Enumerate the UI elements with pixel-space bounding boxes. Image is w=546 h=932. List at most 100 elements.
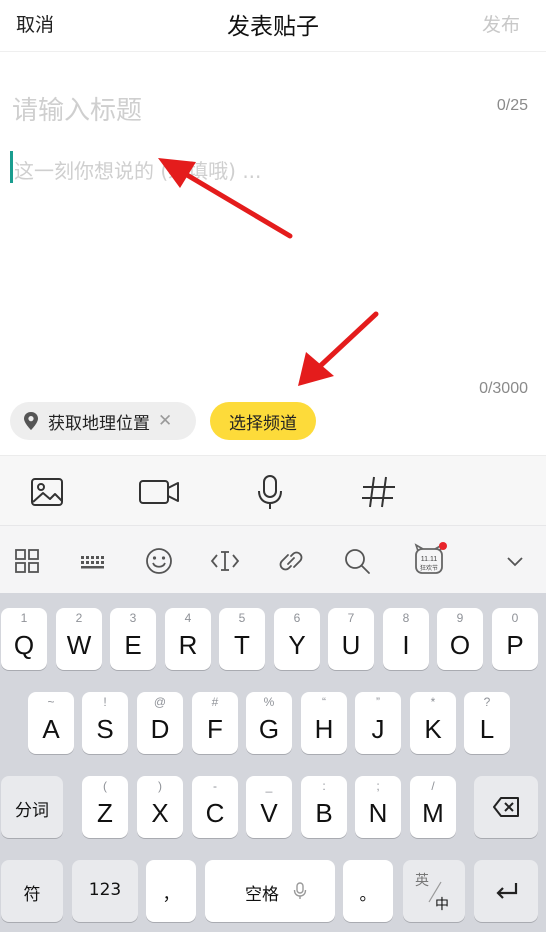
enter-icon [496, 883, 518, 899]
language-switch-key[interactable]: 英 中 [403, 860, 465, 922]
clipboard-link-icon[interactable] [276, 546, 306, 576]
key-label: 符 [23, 885, 41, 905]
key-i[interactable]: 8I [383, 608, 429, 670]
segment-key[interactable]: 分词 [1, 776, 63, 838]
enter-key[interactable] [474, 860, 538, 922]
key-l[interactable]: ? L [464, 692, 510, 754]
key-label: L [479, 714, 495, 744]
key-x[interactable]: ) X [137, 776, 183, 838]
key-s[interactable]: ! S [82, 692, 128, 754]
key-d[interactable]: @ D [137, 692, 183, 754]
symbol-key[interactable]: 符 [1, 860, 63, 922]
keyboard-icon[interactable] [78, 546, 108, 576]
key-label: M [422, 798, 444, 828]
backspace-icon [493, 797, 519, 817]
key-label: I [402, 630, 410, 660]
backspace-key[interactable] [474, 776, 538, 838]
arrow-to-channel-chip [298, 311, 379, 386]
key-k[interactable]: * K [410, 692, 456, 754]
key-hint: 2 [75, 611, 83, 625]
key-hint: 1 [20, 611, 28, 625]
key-hint: ” [376, 695, 380, 709]
key-label: O [449, 630, 471, 660]
key-y[interactable]: 6Y [274, 608, 320, 670]
key-label: 分词 [15, 801, 49, 821]
key-m[interactable]: / M [410, 776, 456, 838]
key-hint: * [430, 695, 436, 709]
key-hint: ( [103, 779, 107, 793]
key-label: U [341, 630, 361, 660]
location-pin-icon [24, 412, 38, 430]
key-label: W [66, 630, 92, 660]
microphone-icon[interactable] [252, 474, 288, 510]
key-f[interactable]: # F [192, 692, 238, 754]
key-label: Q [13, 630, 35, 660]
key-label: E [124, 630, 142, 660]
key-label: V [260, 798, 278, 828]
keyboard-toolbar: 11.11 狂欢节 [0, 525, 546, 593]
key-hint: % [263, 695, 275, 709]
cursor-move-icon[interactable] [210, 546, 240, 576]
key-hint: _ [265, 779, 273, 793]
key-hint: ~ [47, 695, 55, 709]
arrow-to-body-input [158, 158, 293, 239]
search-icon[interactable] [342, 546, 372, 576]
key-hint: ; [376, 779, 380, 793]
keyboard: 1Q 2W 3E 4R 5T 6Y 7U 8I 9O 0P ~ A ! S @ D #… [0, 593, 546, 932]
emoji-icon[interactable] [144, 546, 174, 576]
space-key[interactable]: 空格 [205, 860, 335, 922]
key-q[interactable]: 1Q [1, 608, 47, 670]
key-j[interactable]: ” J [355, 692, 401, 754]
key-b[interactable]: :B [301, 776, 347, 838]
key-hint: @ [153, 695, 167, 709]
key-v[interactable]: _ V [246, 776, 292, 838]
key-label: R [178, 630, 198, 660]
key-r[interactable]: 4R [165, 608, 211, 670]
key-a[interactable]: ~ A [28, 692, 74, 754]
festival-label: 狂欢节 [420, 564, 438, 572]
key-hint: ) [158, 779, 162, 793]
key-label: X [151, 798, 169, 828]
key-label: B [315, 798, 333, 828]
double-eleven-festival-icon[interactable]: 11.11 狂欢节 [412, 541, 448, 577]
chevron-down-icon[interactable] [500, 546, 530, 576]
key-h[interactable]: “H [301, 692, 347, 754]
hashtag-icon[interactable] [360, 474, 396, 510]
key-hint: 9 [456, 611, 464, 625]
voice-input-icon [293, 882, 307, 899]
key-label: 空格 [245, 885, 279, 905]
key-g[interactable]: % G [246, 692, 292, 754]
close-icon[interactable]: ✕ [158, 411, 172, 431]
key-n[interactable]: ; N [355, 776, 401, 838]
key-label: F [207, 714, 223, 744]
key-label: Z [97, 798, 113, 828]
video-icon[interactable] [138, 474, 180, 510]
key-z[interactable]: (Z [82, 776, 128, 838]
select-channel-button[interactable]: 选择频道 [210, 402, 316, 440]
key-label: P [506, 630, 524, 660]
key-label: 123 [88, 880, 122, 900]
key-hint: - [213, 779, 217, 793]
key-hint: 4 [184, 611, 192, 625]
grid-menu-icon[interactable] [12, 546, 42, 576]
key-c[interactable]: -C [192, 776, 238, 838]
key-label: A [42, 714, 60, 744]
key-p[interactable]: 0P [492, 608, 538, 670]
numbers-key[interactable]: 123 [72, 860, 138, 922]
key-label-zh: 中 [435, 897, 449, 913]
key-hint: : [322, 779, 326, 793]
key-w[interactable]: 2W [56, 608, 102, 670]
period-key[interactable]: 。 [343, 860, 393, 922]
key-hint: / [431, 779, 435, 793]
key-e[interactable]: 3E [110, 608, 156, 670]
key-t[interactable]: 5T [219, 608, 265, 670]
key-label: N [368, 798, 388, 828]
key-hint: 7 [347, 611, 355, 625]
image-icon[interactable] [29, 474, 65, 510]
key-u[interactable]: 7U [328, 608, 374, 670]
key-o[interactable]: 9O [437, 608, 483, 670]
key-label: Y [288, 630, 306, 660]
media-bar [0, 455, 546, 525]
location-chip[interactable]: 获取地理位置 ✕ [10, 402, 196, 440]
festival-date: 11.11 [421, 556, 438, 563]
